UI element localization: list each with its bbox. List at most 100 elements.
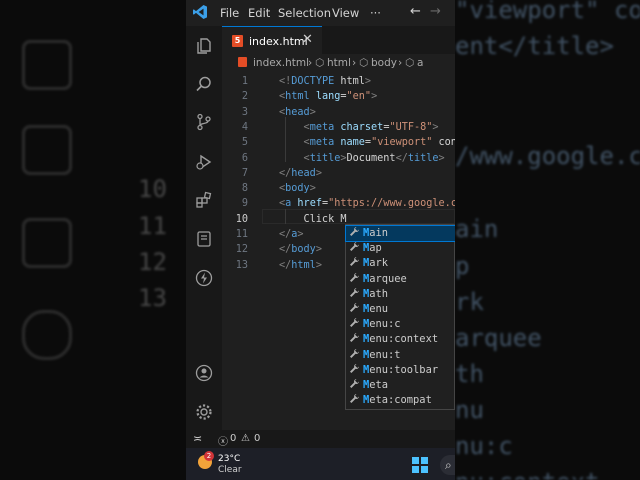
line-number: 10 xyxy=(235,213,248,225)
forward-arrow-icon[interactable]: → xyxy=(430,4,441,19)
code-text: <body> xyxy=(279,183,316,195)
wrench-icon xyxy=(349,226,361,242)
suggestion-label: Menu:toolbar xyxy=(363,363,439,376)
notebook-icon[interactable] xyxy=(195,230,213,248)
wrench-icon xyxy=(349,256,361,272)
error-count: 0 xyxy=(230,433,237,444)
suggestion-item[interactable]: Menu xyxy=(346,302,455,317)
element-icon: ⬡ xyxy=(315,57,325,69)
code-line[interactable]: 4 <meta charset="UTF-8"> xyxy=(222,120,455,135)
title-bar: File Edit Selection View ··· ← → xyxy=(186,0,455,26)
back-arrow-icon[interactable]: ← xyxy=(410,4,421,19)
windows-start-icon[interactable] xyxy=(412,457,428,473)
code-line[interactable]: 5 <meta name="viewport" con xyxy=(222,135,455,150)
bg-line-number: 12 xyxy=(138,248,167,276)
suggestion-item[interactable]: Meta xyxy=(346,378,455,393)
wrench-icon xyxy=(349,272,361,288)
activity-bar: 1 xyxy=(186,26,222,446)
suggestion-item[interactable]: Math xyxy=(346,287,455,302)
menu-edit[interactable]: Edit xyxy=(248,6,270,20)
bg-code: arquee xyxy=(455,324,542,352)
tab-bar: 5 index.html ✕ xyxy=(222,26,455,55)
suggestion-label: Meta:compat xyxy=(363,394,432,407)
menu-view[interactable]: View xyxy=(332,6,359,20)
suggestion-item[interactable]: Menu:c xyxy=(346,317,455,332)
suggestion-label: Marquee xyxy=(363,272,407,285)
line-number: 8 xyxy=(241,183,248,195)
breadcrumb-file[interactable]: index.html xyxy=(253,57,309,69)
account-icon[interactable] xyxy=(195,364,213,382)
breadcrumb-a[interactable]: a xyxy=(417,57,423,69)
suggestion-label: Menu:t xyxy=(363,348,401,361)
code-text: <meta name="viewport" con xyxy=(303,137,455,149)
breadcrumb-html[interactable]: html xyxy=(327,57,351,69)
source-control-icon[interactable] xyxy=(195,113,213,131)
bg-line-number: 13 xyxy=(138,284,167,312)
breadcrumb-separator: › xyxy=(398,57,403,69)
bg-code: /www.google.c xyxy=(455,142,640,170)
bg-code: p xyxy=(455,252,470,280)
code-text: </a> xyxy=(279,229,304,240)
wrench-icon xyxy=(349,378,361,394)
line-number: 11 xyxy=(235,229,248,240)
tab-index-html[interactable]: 5 index.html ✕ xyxy=(222,26,322,55)
breadcrumb-body[interactable]: body xyxy=(371,57,397,69)
line-number: 2 xyxy=(241,91,248,103)
errors-icon[interactable]: ⓧ xyxy=(218,433,228,448)
lightning-icon[interactable] xyxy=(195,269,213,287)
code-line[interactable]: 2 <html lang="en"> xyxy=(222,89,455,104)
line-number: 5 xyxy=(241,137,248,149)
suggestion-label: Menu xyxy=(363,303,389,315)
code-line[interactable]: 1 <!DOCTYPE html> xyxy=(222,74,455,89)
line-number: 4 xyxy=(241,121,248,133)
extensions-icon[interactable] xyxy=(195,191,213,209)
suggestion-item[interactable]: Main xyxy=(345,224,455,243)
code-line[interactable]: 7 </head> xyxy=(222,166,455,181)
code-line[interactable]: 9 <a href="https://www.google.c xyxy=(222,196,455,211)
wrench-icon xyxy=(349,393,361,409)
suggestion-item[interactable]: Menu:context xyxy=(346,332,455,347)
suggestion-item[interactable]: Meta:compat xyxy=(346,393,455,408)
code-text: <!DOCTYPE html> xyxy=(279,76,372,87)
breadcrumb-separator: › xyxy=(352,57,357,69)
bg-code: "viewport" con xyxy=(455,0,640,24)
line-number: 6 xyxy=(241,152,248,164)
code-text: <meta charset="UTF-8"> xyxy=(303,121,439,133)
code-line[interactable]: 3 <head> xyxy=(222,105,455,120)
settings-gear-icon[interactable] xyxy=(195,403,213,421)
menu-selection[interactable]: Selection xyxy=(278,6,331,20)
code-line[interactable]: 8 <body> xyxy=(222,181,455,196)
line-number: 1 xyxy=(241,76,248,87)
bg-code: nu xyxy=(455,396,484,424)
search-icon[interactable] xyxy=(195,75,213,93)
line-number: 13 xyxy=(235,259,248,271)
explorer-icon[interactable] xyxy=(195,37,213,55)
autocomplete-suggestions: Main Map Mark Marquee Math Menu Menu:c Menu:con… xyxy=(345,224,455,410)
warning-icon[interactable]: ⚠ xyxy=(241,433,250,444)
more-menu-button[interactable]: ··· xyxy=(370,6,381,20)
suggestion-label: Math xyxy=(363,287,389,300)
suggestion-item[interactable]: Menu:t xyxy=(346,348,455,363)
suggestion-item[interactable]: Marquee xyxy=(346,272,455,287)
suggestion-label: Meta xyxy=(363,379,389,391)
bg-code: nu:c xyxy=(455,432,513,460)
vscode-logo-icon xyxy=(192,4,208,20)
bg-code: nu:context xyxy=(455,468,600,480)
close-tab-icon[interactable]: ✕ xyxy=(302,32,313,47)
code-text: Click M xyxy=(279,213,347,225)
wrench-icon xyxy=(349,302,361,318)
suggestion-item[interactable]: Map xyxy=(346,241,455,256)
code-line[interactable]: 6 <title>Document</title> xyxy=(222,151,455,166)
run-debug-icon[interactable] xyxy=(195,153,213,171)
bg-code: rk xyxy=(455,288,484,316)
bg-code: th xyxy=(455,360,484,388)
bg-extensions-icon xyxy=(22,125,72,175)
code-text: <title>Document</title> xyxy=(303,152,445,164)
suggestion-item[interactable]: Menu:toolbar xyxy=(346,363,455,378)
taskbar-search-icon[interactable]: ⌕ xyxy=(440,455,455,475)
suggestion-item[interactable]: Mark xyxy=(346,256,455,271)
bg-code: ent</title> xyxy=(455,32,614,60)
suggestion-label: Map xyxy=(363,242,382,255)
menu-file[interactable]: File xyxy=(220,6,239,20)
remote-icon[interactable]: ≍ xyxy=(193,432,202,445)
